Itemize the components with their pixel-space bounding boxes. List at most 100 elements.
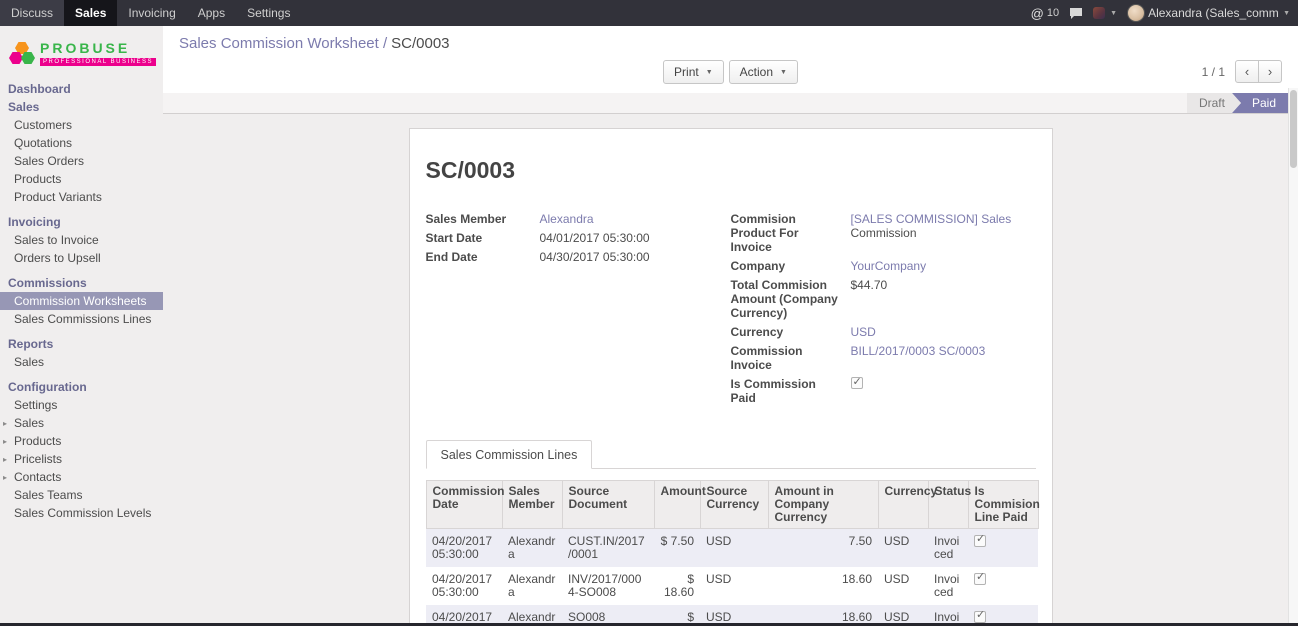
record-title: SC/0003 <box>426 157 1036 184</box>
mention-count: 10 <box>1047 7 1059 19</box>
main-content-area: Sales Commission Worksheet /SC/0003 Prin… <box>163 26 1298 623</box>
sidebar-heading-sales[interactable]: Sales <box>0 98 163 116</box>
pager: 1 / 1 ‹ › <box>1202 60 1282 83</box>
menu-settings[interactable]: Settings <box>236 0 301 26</box>
line-paid-checkbox[interactable] <box>974 611 986 623</box>
sidebar-item-commission-worksheets[interactable]: Commission Worksheets <box>0 292 163 310</box>
tab-sales-commission-lines[interactable]: Sales Commission Lines <box>426 440 593 469</box>
col-source-document[interactable]: Source Document <box>562 481 654 529</box>
sidebar-item-contacts[interactable]: ▸Contacts <box>0 468 163 486</box>
chevron-down-icon: ▼ <box>1110 10 1117 17</box>
sidebar-heading-configuration[interactable]: Configuration <box>0 378 163 396</box>
field-commission-invoice: Commission Invoice BILL/2017/0003 SC/000… <box>731 344 1026 372</box>
user-menu-button[interactable]: Alexandra (Sales_comm... ▼ <box>1127 4 1290 22</box>
table-row[interactable]: 04/20/2017 05:30:00 Alexandra CUST.IN/20… <box>426 529 1038 568</box>
sidebar-item-config-sales[interactable]: ▸Sales <box>0 414 163 432</box>
probuse-logo-icon <box>10 43 34 63</box>
sales-member-link[interactable]: Alexandra <box>540 212 594 226</box>
field-sales-member: Sales Member Alexandra <box>426 212 721 226</box>
sidebar-item-product-variants[interactable]: Product Variants <box>0 188 163 206</box>
field-commission-product: Commision Product For Invoice [SALES COM… <box>731 212 1026 254</box>
chevron-down-icon: ▼ <box>1283 10 1290 17</box>
breadcrumb: Sales Commission Worksheet /SC/0003 <box>179 35 1282 52</box>
line-paid-checkbox[interactable] <box>974 573 986 585</box>
secondary-menu-sidebar: PROBUSE PROFESSIONAL BUSINESS Dashboard … <box>0 26 163 623</box>
col-sales-member[interactable]: Sales Member <box>502 481 562 529</box>
col-is-commission-line-paid[interactable]: Is Commision Line Paid <box>968 481 1038 529</box>
col-source-currency[interactable]: Source Currency <box>700 481 768 529</box>
sidebar-item-sales-commissions-lines[interactable]: Sales Commissions Lines <box>0 310 163 328</box>
expand-caret-icon: ▸ <box>3 471 10 484</box>
activities-menu-button[interactable]: ▼ <box>1093 7 1117 19</box>
control-panel: Sales Commission Worksheet /SC/0003 Prin… <box>163 26 1298 93</box>
col-status[interactable]: Status <box>928 481 968 529</box>
notebook: Sales Commission Lines Commission Date S… <box>426 440 1036 623</box>
print-button[interactable]: Print ▼ <box>663 60 724 84</box>
col-amount[interactable]: Amount <box>654 481 700 529</box>
logo-tagline: PROFESSIONAL BUSINESS <box>40 58 156 66</box>
col-amount-company-currency[interactable]: Amount in Company Currency <box>768 481 878 529</box>
sidebar-heading-reports[interactable]: Reports <box>0 335 163 353</box>
company-link[interactable]: YourCompany <box>851 259 927 273</box>
col-currency[interactable]: Currency <box>878 481 928 529</box>
sidebar-item-sales-teams[interactable]: Sales Teams <box>0 486 163 504</box>
field-end-date: End Date 04/30/2017 05:30:00 <box>426 250 721 264</box>
control-panel-buttons: Print ▼ Action ▼ 1 / 1 ‹ › <box>179 60 1282 84</box>
field-is-commission-paid: Is Commission Paid <box>731 377 1026 405</box>
scrollbar-thumb[interactable] <box>1290 90 1297 168</box>
start-date-value: 04/01/2017 05:30:00 <box>540 231 650 245</box>
line-paid-checkbox[interactable] <box>974 535 986 547</box>
commission-product-rest: Commission <box>851 226 1012 240</box>
table-row[interactable]: 04/20/2017 05:30:00 Alexandra INV/2017/0… <box>426 567 1038 605</box>
end-date-value: 04/30/2017 05:30:00 <box>540 250 650 264</box>
sidebar-heading-commissions[interactable]: Commissions <box>0 274 163 292</box>
menu-invoicing[interactable]: Invoicing <box>117 0 186 26</box>
user-name: Alexandra (Sales_comm... <box>1148 6 1278 20</box>
expand-caret-icon: ▸ <box>3 435 10 448</box>
activities-icon <box>1093 7 1105 19</box>
systray: @ 10 ▼ Alexandra (Sales_comm... ▼ <box>1031 0 1298 26</box>
top-menubar: Discuss Sales Invoicing Apps Settings @ … <box>0 0 1298 26</box>
field-start-date: Start Date 04/01/2017 05:30:00 <box>426 231 721 245</box>
menu-discuss[interactable]: Discuss <box>0 0 64 26</box>
sidebar-item-pricelists[interactable]: ▸Pricelists <box>0 450 163 468</box>
total-commission-value: $44.70 <box>851 278 888 292</box>
sidebar-item-orders-to-upsell[interactable]: Orders to Upsell <box>0 249 163 267</box>
sidebar-item-sales-orders[interactable]: Sales Orders <box>0 152 163 170</box>
statusbar: Draft Paid <box>163 93 1298 114</box>
pager-previous-button[interactable]: ‹ <box>1235 60 1259 83</box>
chat-icon <box>1069 7 1083 20</box>
sidebar-item-sales-to-invoice[interactable]: Sales to Invoice <box>0 231 163 249</box>
sidebar-item-reports-sales[interactable]: Sales <box>0 353 163 371</box>
user-avatar <box>1127 4 1145 22</box>
sidebar-item-sales-commission-levels[interactable]: Sales Commission Levels <box>0 504 163 522</box>
pager-next-button[interactable]: › <box>1258 60 1282 83</box>
probuse-logo[interactable]: PROBUSE PROFESSIONAL BUSINESS <box>0 26 163 80</box>
sidebar-item-config-products[interactable]: ▸Products <box>0 432 163 450</box>
col-commission-date[interactable]: Commission Date <box>426 481 502 529</box>
messages-button[interactable] <box>1069 7 1083 20</box>
logo-name: PROBUSE <box>40 40 156 56</box>
sidebar-heading-dashboard[interactable]: Dashboard <box>0 80 163 98</box>
sidebar-item-products[interactable]: Products <box>0 170 163 188</box>
commission-product-link[interactable]: [SALES COMMISSION] Sales <box>851 212 1012 226</box>
sidebar-item-settings[interactable]: Settings <box>0 396 163 414</box>
stage-draft[interactable]: Draft <box>1187 93 1241 113</box>
table-row[interactable]: 04/20/2017 10:35:53 Alexandra SO008 $ 18… <box>426 605 1038 623</box>
expand-caret-icon: ▸ <box>3 417 10 430</box>
sidebar-item-quotations[interactable]: Quotations <box>0 134 163 152</box>
vertical-scrollbar[interactable] <box>1288 88 1298 623</box>
sidebar-heading-invoicing[interactable]: Invoicing <box>0 213 163 231</box>
chevron-down-icon: ▼ <box>780 69 787 76</box>
menu-sales[interactable]: Sales <box>64 0 117 26</box>
breadcrumb-worksheets-link[interactable]: Sales Commission Worksheet / <box>179 35 387 52</box>
field-company: Company YourCompany <box>731 259 1026 273</box>
commission-invoice-link[interactable]: BILL/2017/0003 SC/0003 <box>851 344 986 358</box>
menu-apps[interactable]: Apps <box>187 0 236 26</box>
mention-icon: @ <box>1031 6 1044 21</box>
action-button[interactable]: Action ▼ <box>729 60 798 84</box>
currency-link[interactable]: USD <box>851 325 876 339</box>
is-commission-paid-checkbox[interactable] <box>851 377 863 389</box>
sidebar-item-customers[interactable]: Customers <box>0 116 163 134</box>
mentions-button[interactable]: @ 10 <box>1031 6 1059 21</box>
